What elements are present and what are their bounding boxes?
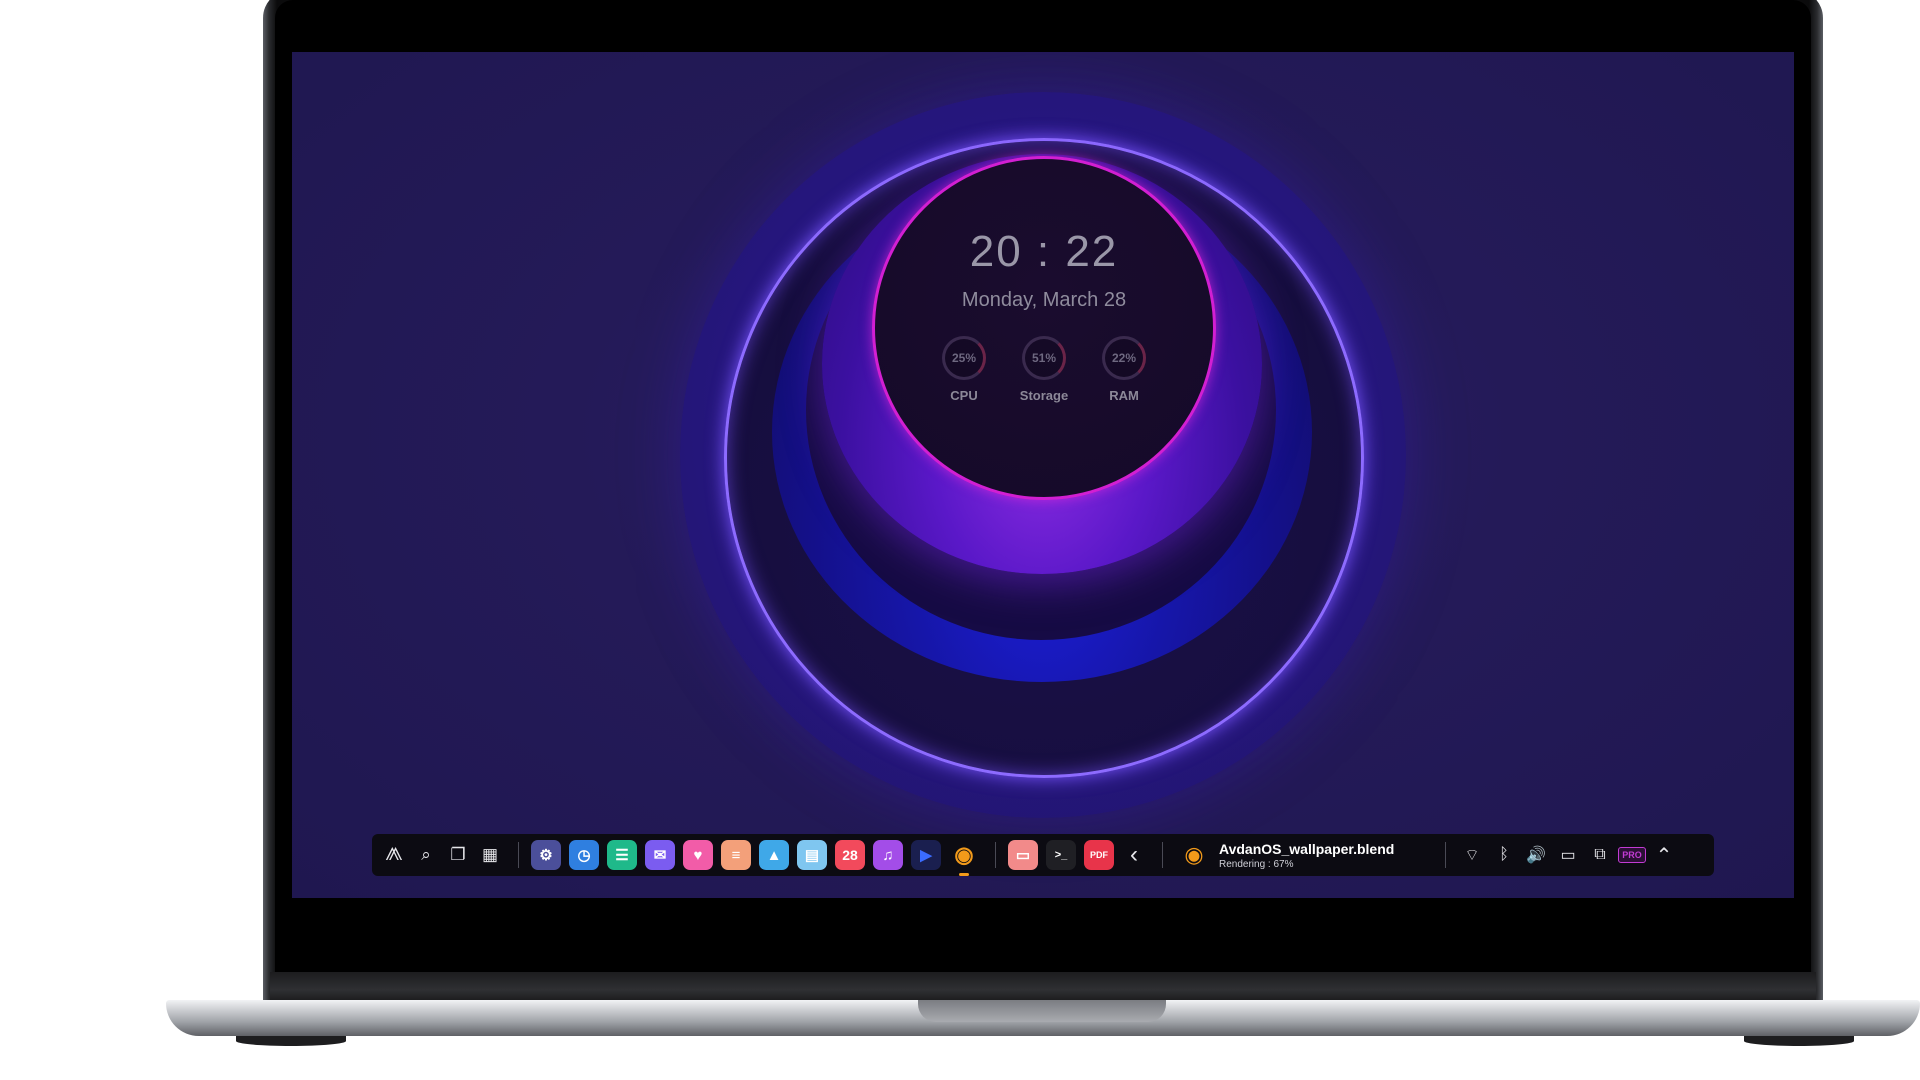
clock-time: 20 : 22 <box>969 227 1119 276</box>
stat-ram: 22% RAM <box>1092 336 1156 403</box>
expand-tray-icon[interactable]: ⌃ <box>1648 840 1680 870</box>
blender-glyph: ◉ <box>954 842 974 867</box>
bluetooth-icon[interactable]: ᛒ <box>1488 840 1520 870</box>
photos-icon[interactable]: ▲ <box>759 840 789 870</box>
cpu-gauge: 25% <box>942 336 986 380</box>
blender-task-icon: ◉ <box>1184 842 1204 867</box>
render-task-text: AvdanOS_wallpaper.blend Rendering : 67% <box>1219 841 1394 870</box>
render-task-title: AvdanOS_wallpaper.blend <box>1219 840 1395 857</box>
laptop-notch <box>918 1000 1166 1022</box>
pdf-icon[interactable]: PDF <box>1084 840 1114 870</box>
widgets-icon[interactable]: ▦ <box>476 841 504 869</box>
laptop-hinge <box>270 972 1816 1002</box>
pro-badge: PRO <box>1618 847 1646 863</box>
blender-icon[interactable]: ◉ <box>949 840 979 876</box>
mail-icon[interactable]: ✉ <box>645 840 675 870</box>
taskbar-separator <box>518 842 519 868</box>
ram-label: RAM <box>1109 388 1139 403</box>
desktop-screen: 20 : 22 Monday, March 28 25% CPU 51% Sto… <box>292 52 1794 898</box>
storage-gauge: 51% <box>1022 336 1066 380</box>
wifi-icon[interactable]: ⌔ <box>1456 840 1488 870</box>
taskbar-separator <box>1162 842 1163 868</box>
windows-icon[interactable]: ⧉ <box>1584 840 1616 870</box>
clock-icon[interactable]: ◷ <box>569 840 599 870</box>
stat-cpu: 25% CPU <box>932 336 996 403</box>
cpu-label: CPU <box>950 388 978 403</box>
clock-date: Monday, March 28 <box>961 289 1127 311</box>
system-stats: 25% CPU 51% Storage 22% RAM <box>932 336 1156 403</box>
task-view-icon[interactable]: ❐ <box>444 841 472 869</box>
calendar-icon[interactable]: 28 <box>835 840 865 870</box>
active-indicator <box>959 873 969 876</box>
taskbar: ⨇ ⌕ ❐ ▦ ⚙ ◷ ☰ ✉ ♥ ≡ ▲ ▤ 28 ♫ ▶ ◉ ▭ >_ PD… <box>372 834 1714 876</box>
stat-storage: 51% Storage <box>1012 336 1076 403</box>
taskbar-separator <box>995 842 996 868</box>
collapse-icon[interactable]: ‹ <box>1120 841 1148 869</box>
volume-icon[interactable]: 🔊 <box>1520 840 1552 870</box>
files-icon[interactable]: ▭ <box>1008 840 1038 870</box>
ram-gauge: 22% <box>1102 336 1146 380</box>
terminal-icon[interactable]: >_ <box>1046 840 1076 870</box>
render-task-progress: Rendering : 67% <box>1219 858 1294 870</box>
storage-label: Storage <box>1019 388 1069 403</box>
notes-icon[interactable]: ≡ <box>721 840 751 870</box>
music-icon[interactable]: ♫ <box>873 840 903 870</box>
render-task[interactable]: ◉ AvdanOS_wallpaper.blend Rendering : 67… <box>1179 840 1435 870</box>
system-tray: ⌔ ᛒ 🔊 ▭ ⧉ PRO ⌃ <box>1456 840 1680 870</box>
battery-icon[interactable]: ▭ <box>1552 840 1584 870</box>
laptop-foot-left <box>236 1036 346 1046</box>
laptop-foot-right <box>1744 1036 1854 1046</box>
store-icon[interactable]: ♥ <box>683 840 713 870</box>
clock-widget <box>872 156 1216 500</box>
taskbar-separator <box>1445 842 1446 868</box>
pro-badge-icon[interactable]: PRO <box>1616 840 1648 870</box>
launcher-icon[interactable]: ⨇ <box>380 841 408 869</box>
settings-icon[interactable]: ⚙ <box>531 840 561 870</box>
calculator-icon[interactable]: ▤ <box>797 840 827 870</box>
messages-icon[interactable]: ☰ <box>607 840 637 870</box>
video-player-icon[interactable]: ▶ <box>911 840 941 870</box>
search-icon[interactable]: ⌕ <box>412 841 440 869</box>
laptop-mockup: 20 : 22 Monday, March 28 25% CPU 51% Sto… <box>0 0 1920 1080</box>
